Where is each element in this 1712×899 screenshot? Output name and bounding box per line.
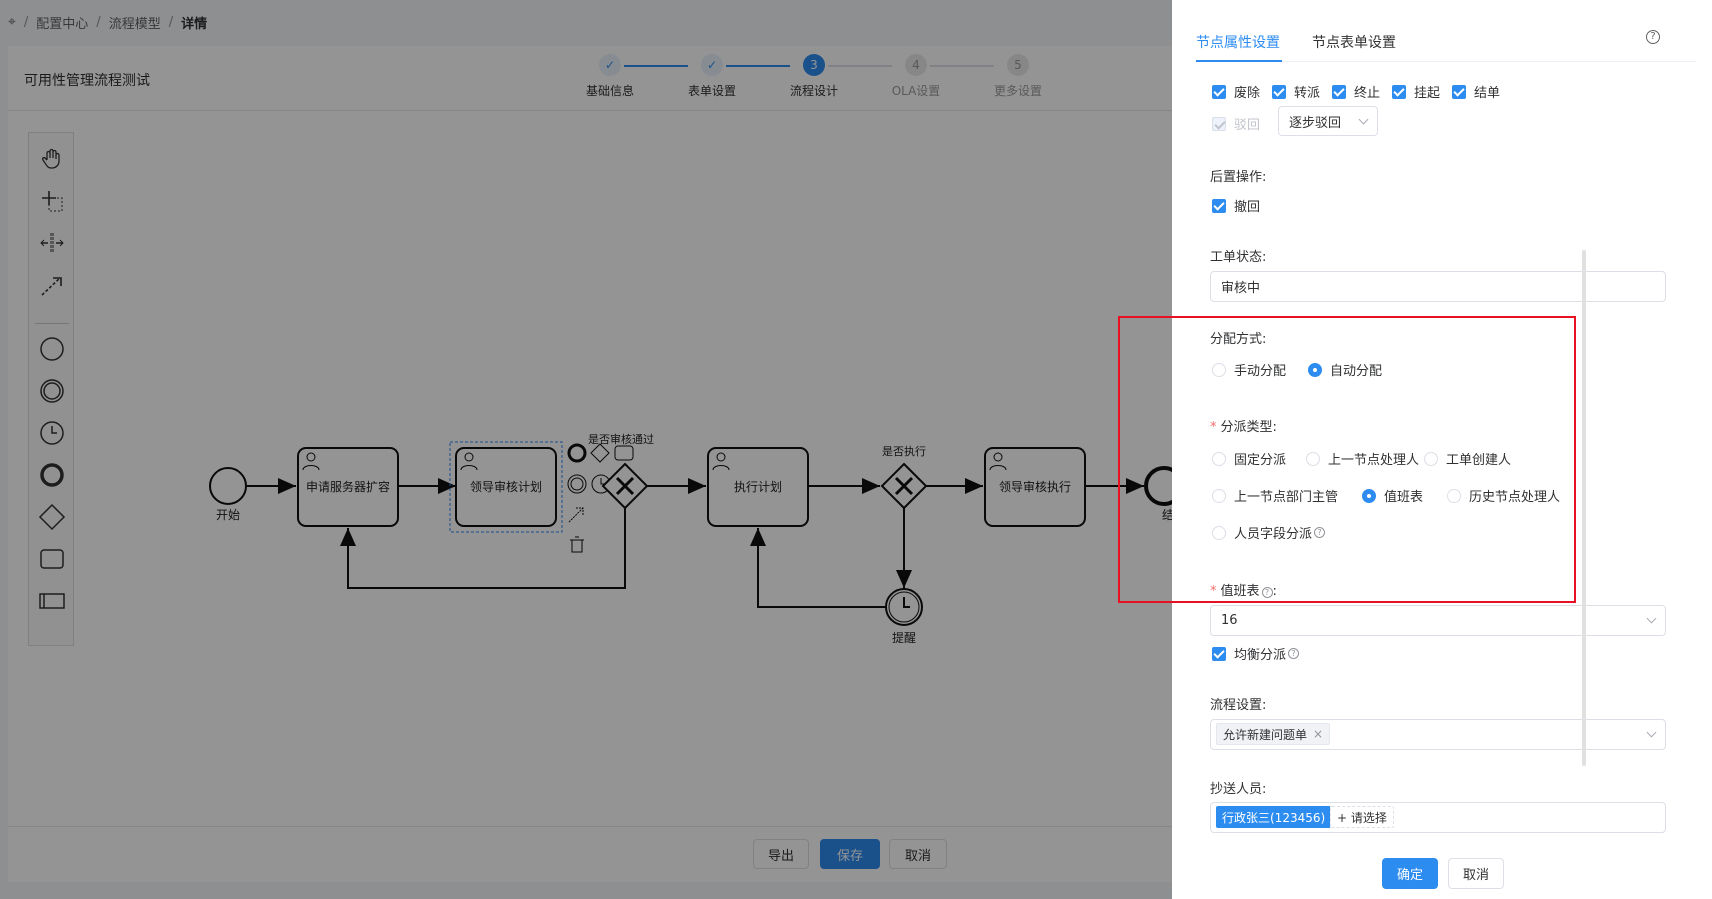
checkbox-checked-icon: [1212, 198, 1226, 213]
reject-mode-select[interactable]: 逐步驳回: [1278, 106, 1378, 136]
checkbox-close-ticket[interactable]: 结单: [1452, 82, 1500, 101]
checkbox-disabled-icon: [1212, 116, 1226, 131]
checkbox-reject: 驳回: [1212, 114, 1260, 133]
flow-settings-label: 流程设置:: [1210, 698, 1267, 713]
workspace-background: ⌖ / 配置中心 / 流程模型 / 详情 可用性管理流程测试 ✓ 基础信息 ✓ …: [0, 0, 1172, 899]
checkbox-checked-icon: [1452, 84, 1466, 99]
tab-node-properties[interactable]: 节点属性设置: [1196, 32, 1280, 52]
tab-active-indicator: [1196, 60, 1282, 62]
task-label: 领导审核计划: [470, 479, 542, 494]
help-icon[interactable]: ?: [1288, 648, 1300, 659]
gateway-review-passed[interactable]: [601, 462, 649, 510]
cc-person-tag: 行政张三(123456): [1216, 806, 1332, 828]
append-end-event-icon[interactable]: [567, 443, 587, 463]
checkbox-suspend[interactable]: 挂起: [1392, 82, 1440, 101]
task-label: 执行计划: [734, 480, 782, 494]
gateway-should-execute[interactable]: [880, 462, 928, 510]
help-icon[interactable]: ?: [1646, 30, 1660, 44]
checkbox-checked-icon: [1212, 84, 1226, 99]
drawer-tabs: 节点属性设置 节点表单设置 ?: [1196, 22, 1696, 62]
breadcrumb-process-model[interactable]: 流程模型: [109, 13, 161, 32]
append-task-icon[interactable]: [614, 445, 634, 461]
flow-setting-tag: 允许新建问题单 ×: [1216, 723, 1331, 745]
close-icon[interactable]: ×: [1313, 727, 1323, 741]
post-op-label: 后置操作:: [1210, 170, 1267, 185]
breadcrumb-config-center[interactable]: 配置中心: [36, 13, 88, 32]
duty-table-select[interactable]: 16: [1210, 605, 1666, 636]
gateway-label: 是否执行: [882, 444, 926, 458]
checkbox-abolish[interactable]: 废除: [1212, 82, 1260, 101]
breadcrumb: ⌖ / 配置中心 / 流程模型 / 详情: [8, 13, 208, 32]
chevron-down-icon: [1358, 114, 1369, 125]
drawer-cancel-button[interactable]: 取消: [1448, 858, 1504, 889]
highlight-box: [1118, 316, 1576, 603]
drawer-scrollbar[interactable]: [1582, 250, 1586, 766]
start-event-label: 开始: [216, 508, 240, 522]
append-gateway-icon[interactable]: [590, 443, 610, 463]
connect-icon[interactable]: [568, 507, 584, 523]
ticket-status-input[interactable]: 审核中: [1210, 271, 1666, 302]
start-event[interactable]: [209, 467, 247, 505]
timer-label: 提醒: [892, 630, 916, 645]
task-label: 领导审核执行: [999, 479, 1071, 494]
home-icon[interactable]: ⌖: [8, 14, 16, 30]
gateway-label: 是否审核通过: [588, 432, 654, 446]
task-label: 申请服务器扩容: [306, 479, 390, 494]
chevron-down-icon: [1646, 613, 1657, 624]
bpmn-canvas[interactable]: 开始 申请服务器扩容 领导审核计划 是否审核通过 执行计划 是否执行 提醒 领导…: [8, 46, 1172, 836]
timer-event-reminder[interactable]: [885, 588, 923, 626]
sequence-flow[interactable]: [750, 528, 886, 608]
cc-add-button[interactable]: + 请选择: [1330, 806, 1394, 828]
checkbox-terminate[interactable]: 终止: [1332, 82, 1380, 101]
save-button[interactable]: 保存: [820, 839, 880, 869]
chevron-down-icon: [1646, 727, 1657, 738]
breadcrumb-current: 详情: [181, 16, 208, 32]
ticket-status-label: 工单状态:: [1210, 250, 1267, 265]
checkbox-checked-icon: [1212, 646, 1226, 661]
cancel-button[interactable]: 取消: [889, 839, 947, 869]
checkbox-balanced-dispatch[interactable]: 均衡分派?: [1212, 644, 1300, 663]
tab-node-form[interactable]: 节点表单设置: [1312, 32, 1396, 52]
cc-label: 抄送人员:: [1210, 782, 1267, 797]
confirm-button[interactable]: 确定: [1382, 858, 1438, 889]
export-button[interactable]: 导出: [753, 839, 809, 869]
checkbox-checked-icon: [1332, 84, 1346, 99]
trash-icon[interactable]: [570, 536, 584, 553]
checkbox-withdraw[interactable]: 撤回: [1212, 196, 1260, 215]
checkbox-transfer[interactable]: 转派: [1272, 82, 1320, 101]
checkbox-checked-icon: [1392, 84, 1406, 99]
checkbox-checked-icon: [1272, 84, 1286, 99]
